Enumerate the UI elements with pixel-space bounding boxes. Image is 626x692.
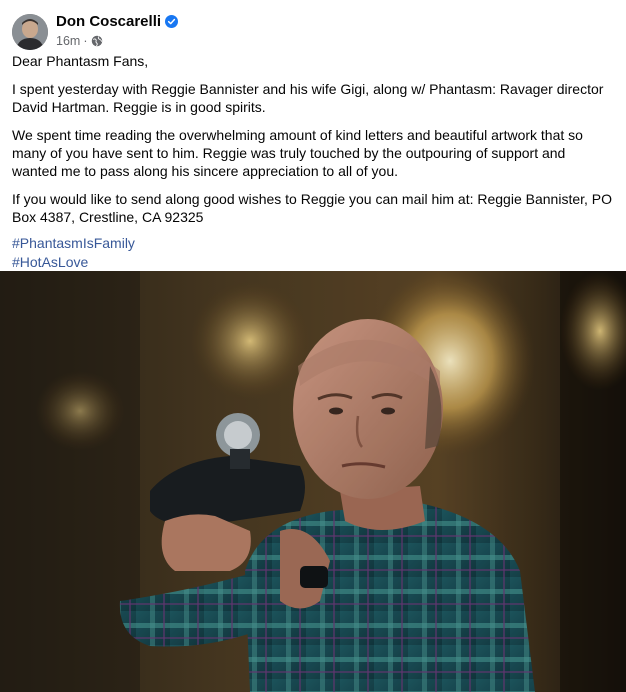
post-paragraph: If you would like to send along good wis… [12,191,613,225]
post-body: Dear Phantasm Fans, I spent yesterday wi… [12,52,612,272]
post-timestamp[interactable]: 16m [56,34,80,48]
author-name[interactable]: Don Coscarelli [56,13,161,30]
post-photo[interactable] [0,271,626,692]
globe-icon[interactable] [91,35,103,47]
meta-separator: · [83,34,88,48]
post-paragraph: I spent yesterday with Reggie Bannister … [12,81,604,115]
author-name-row: Don Coscarelli [56,13,179,30]
author-avatar[interactable] [12,14,48,50]
hashtag-list: #PhantasmIsFamily #HotAsLove [12,234,612,272]
hashtag-link-phantasmisfamily[interactable]: #PhantasmIsFamily [12,234,612,253]
post-header: Don Coscarelli 16m · [12,10,612,52]
post-paragraph: We spent time reading the overwhelming a… [12,127,583,179]
post-greeting: Dear Phantasm Fans, [12,53,149,69]
post-meta: 16m · [56,34,103,48]
hashtag-link-hotaslove[interactable]: #HotAsLove [12,253,612,272]
verified-badge-icon [165,15,179,28]
